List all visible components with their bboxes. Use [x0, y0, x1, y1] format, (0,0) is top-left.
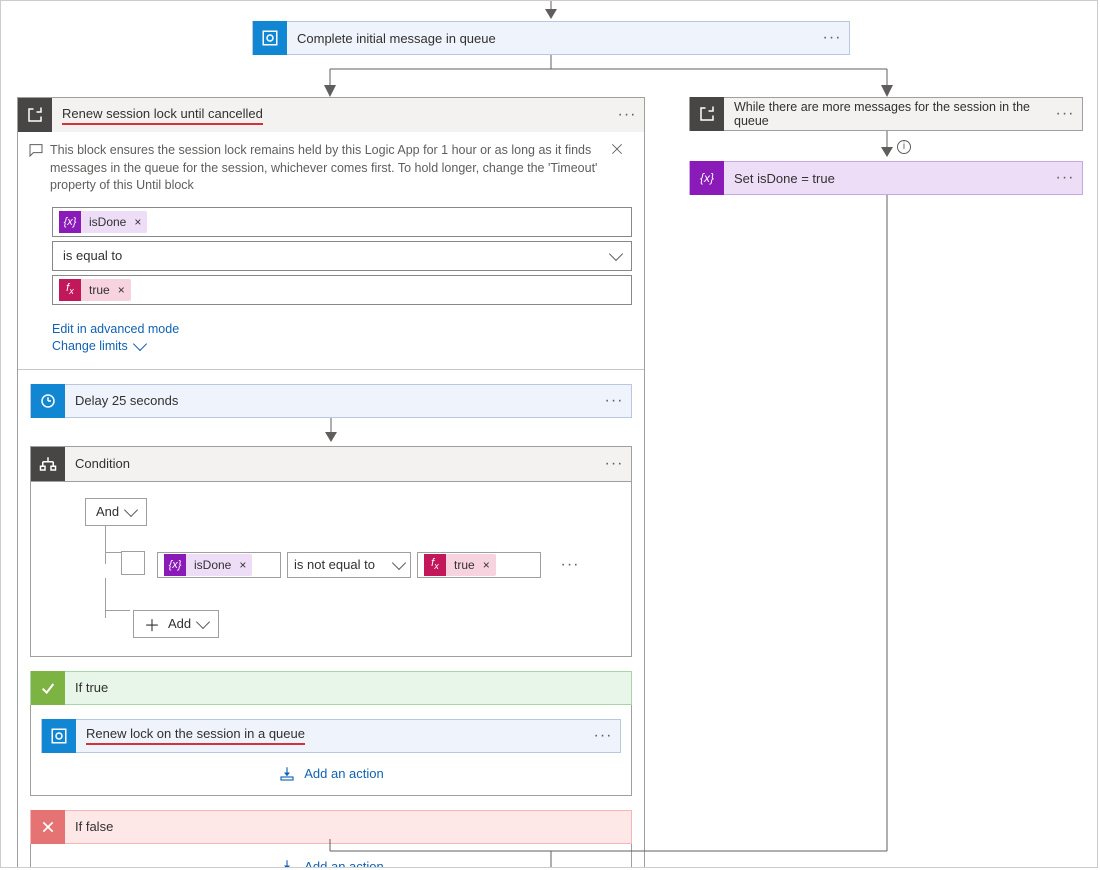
chevron-down-icon	[609, 246, 623, 260]
comment-icon	[28, 142, 50, 195]
if-false-label: If false	[65, 819, 631, 834]
clock-icon	[31, 384, 65, 418]
arrow	[877, 131, 897, 161]
connector	[1, 839, 1098, 868]
change-limits-link[interactable]: Change limits	[52, 339, 145, 353]
close-note-button[interactable]	[610, 142, 632, 195]
action-title: Complete initial message in queue	[287, 31, 815, 46]
renew-lock-action[interactable]: Renew lock on the session in a queue ···	[41, 719, 621, 753]
renew-lock-menu[interactable]: ···	[586, 727, 620, 745]
remove-token-button[interactable]: ×	[132, 215, 147, 229]
variable-icon: {x}	[690, 161, 724, 195]
until-operator-select[interactable]: is equal to	[52, 241, 632, 271]
until-value-field[interactable]: {x} isDone ×	[52, 207, 632, 237]
connector	[877, 195, 897, 851]
token-true[interactable]: fx true ×	[59, 279, 131, 301]
connector	[1, 55, 1098, 103]
check-icon	[31, 671, 65, 705]
condition-menu-button[interactable]: ···	[597, 455, 631, 473]
set-isdone-title: Set isDone = true	[724, 171, 1048, 186]
if-true-header[interactable]: If true	[30, 671, 632, 705]
condition-header[interactable]: Condition ···	[31, 447, 631, 481]
renew-lock-panel: Renew session lock until cancelled ··· T…	[17, 97, 645, 868]
while-menu-button[interactable]: ···	[1048, 105, 1082, 123]
condition-group-and[interactable]: And	[85, 498, 147, 526]
renew-lock-title: Renew lock on the session in a queue	[76, 726, 586, 745]
servicebus-icon	[42, 719, 76, 753]
set-isdone-action[interactable]: {x} Set isDone = true ···	[689, 161, 1083, 195]
note-row: This block ensures the session lock rema…	[18, 132, 644, 205]
token-isdone[interactable]: {x} isDone ×	[59, 211, 147, 233]
panel-title: Renew session lock until cancelled	[52, 106, 610, 125]
delay-action[interactable]: Delay 25 seconds ···	[30, 384, 632, 418]
action-complete-initial-message[interactable]: Complete initial message in queue ···	[252, 21, 850, 55]
until-loop-icon	[690, 97, 724, 131]
delay-title: Delay 25 seconds	[65, 393, 597, 408]
chevron-down-icon	[124, 502, 138, 516]
while-loop-action[interactable]: While there are more messages for the se…	[689, 97, 1083, 131]
arrow	[541, 1, 561, 21]
set-isdone-menu[interactable]: ···	[1048, 169, 1082, 187]
panel-menu-button[interactable]: ···	[610, 106, 644, 124]
until-loop-icon	[18, 98, 52, 132]
arrow	[321, 418, 341, 446]
while-title: While there are more messages for the se…	[724, 100, 1048, 128]
condition-icon	[31, 447, 65, 481]
chevron-down-icon	[133, 336, 147, 350]
servicebus-icon	[253, 21, 287, 55]
if-true-label: If true	[65, 680, 631, 695]
condition-title: Condition	[65, 456, 597, 471]
remove-token-button[interactable]: ×	[116, 283, 131, 297]
panel-header[interactable]: Renew session lock until cancelled ···	[18, 98, 644, 132]
if-true-branch: If true Renew lock on the session in a q…	[30, 671, 632, 796]
delay-menu-button[interactable]: ···	[597, 392, 631, 410]
note-text: This block ensures the session lock rema…	[50, 142, 610, 195]
info-icon[interactable]: i	[897, 137, 911, 154]
action-menu-button[interactable]: ···	[815, 29, 849, 47]
edit-advanced-mode-link[interactable]: Edit in advanced mode	[52, 322, 179, 336]
condition-block: Condition ··· And {x}isDone× is not equa…	[30, 446, 632, 657]
until-target-field[interactable]: fx true ×	[52, 275, 632, 305]
add-action-true[interactable]: Add an action	[41, 765, 621, 783]
